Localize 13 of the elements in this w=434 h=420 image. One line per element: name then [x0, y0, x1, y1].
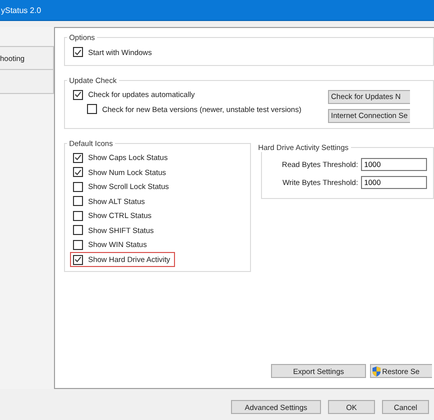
shield-icon: [372, 366, 382, 376]
checkbox[interactable]: [73, 210, 84, 221]
checkbox[interactable]: [73, 47, 84, 58]
checkbox[interactable]: [73, 196, 84, 206]
checkbox[interactable]: [73, 254, 84, 264]
checkbox[interactable]: [73, 167, 84, 178]
checkbox[interactable]: [73, 240, 84, 250]
window-title: yStatus 2.0: [0, 6, 42, 14]
checkbox[interactable]: [73, 152, 84, 163]
checkbox[interactable]: [87, 104, 98, 114]
checkbox[interactable]: [73, 182, 84, 192]
checkbox[interactable]: [73, 225, 84, 236]
checkbox[interactable]: [73, 90, 84, 100]
